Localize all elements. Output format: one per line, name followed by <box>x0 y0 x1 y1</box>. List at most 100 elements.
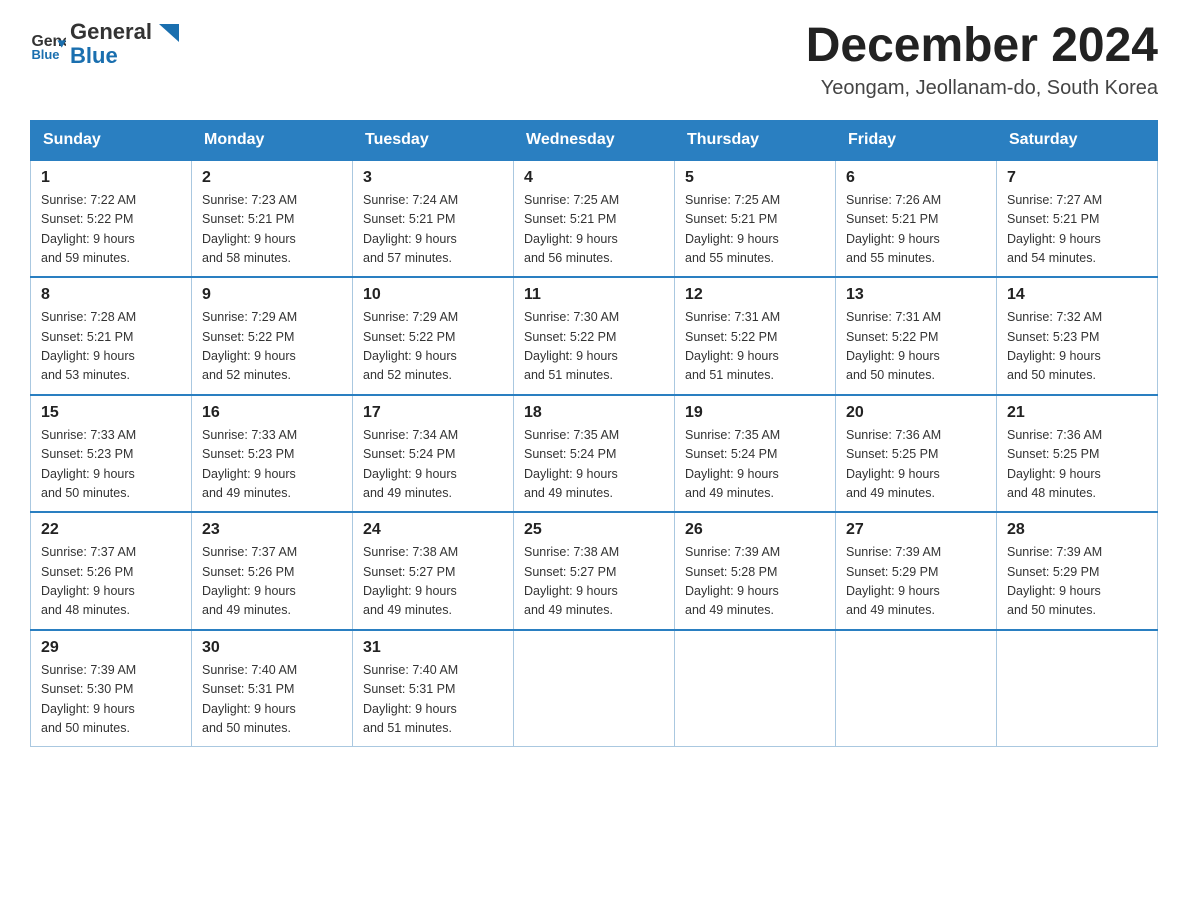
day-info: Sunrise: 7:37 AM Sunset: 5:26 PM Dayligh… <box>41 543 181 621</box>
day-info: Sunrise: 7:36 AM Sunset: 5:25 PM Dayligh… <box>1007 426 1147 504</box>
day-info: Sunrise: 7:32 AM Sunset: 5:23 PM Dayligh… <box>1007 308 1147 386</box>
page-header: General Blue General Blue December 2024 … <box>30 20 1158 100</box>
title-area: December 2024 Yeongam, Jeollanam-do, Sou… <box>806 20 1158 100</box>
day-info: Sunrise: 7:40 AM Sunset: 5:31 PM Dayligh… <box>202 661 342 739</box>
day-info: Sunrise: 7:22 AM Sunset: 5:22 PM Dayligh… <box>41 191 181 269</box>
day-number: 12 <box>685 286 825 304</box>
day-info: Sunrise: 7:38 AM Sunset: 5:27 PM Dayligh… <box>363 543 503 621</box>
day-info: Sunrise: 7:39 AM Sunset: 5:29 PM Dayligh… <box>1007 543 1147 621</box>
day-info: Sunrise: 7:39 AM Sunset: 5:28 PM Dayligh… <box>685 543 825 621</box>
calendar-cell: 5 Sunrise: 7:25 AM Sunset: 5:21 PM Dayli… <box>675 160 836 278</box>
calendar-cell: 7 Sunrise: 7:27 AM Sunset: 5:21 PM Dayli… <box>997 160 1158 278</box>
day-info: Sunrise: 7:24 AM Sunset: 5:21 PM Dayligh… <box>363 191 503 269</box>
calendar-cell: 11 Sunrise: 7:30 AM Sunset: 5:22 PM Dayl… <box>514 277 675 395</box>
day-number: 3 <box>363 169 503 187</box>
calendar-cell: 24 Sunrise: 7:38 AM Sunset: 5:27 PM Dayl… <box>353 512 514 630</box>
calendar-cell: 23 Sunrise: 7:37 AM Sunset: 5:26 PM Dayl… <box>192 512 353 630</box>
day-number: 16 <box>202 404 342 422</box>
calendar-cell: 19 Sunrise: 7:35 AM Sunset: 5:24 PM Dayl… <box>675 395 836 513</box>
calendar-cell: 27 Sunrise: 7:39 AM Sunset: 5:29 PM Dayl… <box>836 512 997 630</box>
day-number: 8 <box>41 286 181 304</box>
day-number: 29 <box>41 639 181 657</box>
calendar-week-row: 15 Sunrise: 7:33 AM Sunset: 5:23 PM Dayl… <box>31 395 1158 513</box>
calendar-cell: 8 Sunrise: 7:28 AM Sunset: 5:21 PM Dayli… <box>31 277 192 395</box>
day-number: 9 <box>202 286 342 304</box>
calendar-week-row: 29 Sunrise: 7:39 AM Sunset: 5:30 PM Dayl… <box>31 630 1158 747</box>
day-number: 11 <box>524 286 664 304</box>
day-number: 5 <box>685 169 825 187</box>
calendar-cell <box>836 630 997 747</box>
calendar-cell: 6 Sunrise: 7:26 AM Sunset: 5:21 PM Dayli… <box>836 160 997 278</box>
calendar-cell: 18 Sunrise: 7:35 AM Sunset: 5:24 PM Dayl… <box>514 395 675 513</box>
weekday-header-friday: Friday <box>836 120 997 160</box>
calendar-cell: 4 Sunrise: 7:25 AM Sunset: 5:21 PM Dayli… <box>514 160 675 278</box>
calendar-cell: 25 Sunrise: 7:38 AM Sunset: 5:27 PM Dayl… <box>514 512 675 630</box>
calendar-cell: 17 Sunrise: 7:34 AM Sunset: 5:24 PM Dayl… <box>353 395 514 513</box>
logo-general: General <box>70 19 152 44</box>
calendar-cell: 28 Sunrise: 7:39 AM Sunset: 5:29 PM Dayl… <box>997 512 1158 630</box>
calendar-cell <box>675 630 836 747</box>
calendar-cell: 16 Sunrise: 7:33 AM Sunset: 5:23 PM Dayl… <box>192 395 353 513</box>
day-number: 19 <box>685 404 825 422</box>
calendar-cell: 15 Sunrise: 7:33 AM Sunset: 5:23 PM Dayl… <box>31 395 192 513</box>
day-number: 21 <box>1007 404 1147 422</box>
calendar-cell: 31 Sunrise: 7:40 AM Sunset: 5:31 PM Dayl… <box>353 630 514 747</box>
calendar-cell: 9 Sunrise: 7:29 AM Sunset: 5:22 PM Dayli… <box>192 277 353 395</box>
weekday-header-monday: Monday <box>192 120 353 160</box>
day-number: 7 <box>1007 169 1147 187</box>
day-number: 15 <box>41 404 181 422</box>
calendar-cell <box>997 630 1158 747</box>
calendar-cell: 20 Sunrise: 7:36 AM Sunset: 5:25 PM Dayl… <box>836 395 997 513</box>
day-number: 28 <box>1007 521 1147 539</box>
weekday-header-wednesday: Wednesday <box>514 120 675 160</box>
day-info: Sunrise: 7:31 AM Sunset: 5:22 PM Dayligh… <box>846 308 986 386</box>
weekday-header-row: SundayMondayTuesdayWednesdayThursdayFrid… <box>31 120 1158 160</box>
calendar-cell: 29 Sunrise: 7:39 AM Sunset: 5:30 PM Dayl… <box>31 630 192 747</box>
weekday-header-saturday: Saturday <box>997 120 1158 160</box>
day-info: Sunrise: 7:40 AM Sunset: 5:31 PM Dayligh… <box>363 661 503 739</box>
day-info: Sunrise: 7:23 AM Sunset: 5:21 PM Dayligh… <box>202 191 342 269</box>
calendar-week-row: 22 Sunrise: 7:37 AM Sunset: 5:26 PM Dayl… <box>31 512 1158 630</box>
day-number: 10 <box>363 286 503 304</box>
calendar-cell: 10 Sunrise: 7:29 AM Sunset: 5:22 PM Dayl… <box>353 277 514 395</box>
day-number: 27 <box>846 521 986 539</box>
weekday-header-sunday: Sunday <box>31 120 192 160</box>
logo-triangle-icon <box>159 24 179 42</box>
calendar-cell <box>514 630 675 747</box>
day-info: Sunrise: 7:38 AM Sunset: 5:27 PM Dayligh… <box>524 543 664 621</box>
calendar-cell: 13 Sunrise: 7:31 AM Sunset: 5:22 PM Dayl… <box>836 277 997 395</box>
logo-icon: General Blue <box>30 26 66 62</box>
calendar-week-row: 1 Sunrise: 7:22 AM Sunset: 5:22 PM Dayli… <box>31 160 1158 278</box>
day-info: Sunrise: 7:39 AM Sunset: 5:30 PM Dayligh… <box>41 661 181 739</box>
day-number: 26 <box>685 521 825 539</box>
day-info: Sunrise: 7:29 AM Sunset: 5:22 PM Dayligh… <box>202 308 342 386</box>
day-info: Sunrise: 7:39 AM Sunset: 5:29 PM Dayligh… <box>846 543 986 621</box>
day-info: Sunrise: 7:26 AM Sunset: 5:21 PM Dayligh… <box>846 191 986 269</box>
month-title: December 2024 <box>806 20 1158 73</box>
day-info: Sunrise: 7:27 AM Sunset: 5:21 PM Dayligh… <box>1007 191 1147 269</box>
calendar-cell: 30 Sunrise: 7:40 AM Sunset: 5:31 PM Dayl… <box>192 630 353 747</box>
calendar-cell: 26 Sunrise: 7:39 AM Sunset: 5:28 PM Dayl… <box>675 512 836 630</box>
calendar-cell: 2 Sunrise: 7:23 AM Sunset: 5:21 PM Dayli… <box>192 160 353 278</box>
calendar-cell: 1 Sunrise: 7:22 AM Sunset: 5:22 PM Dayli… <box>31 160 192 278</box>
logo-blue: Blue <box>70 44 180 68</box>
day-info: Sunrise: 7:28 AM Sunset: 5:21 PM Dayligh… <box>41 308 181 386</box>
day-number: 30 <box>202 639 342 657</box>
day-number: 18 <box>524 404 664 422</box>
day-number: 14 <box>1007 286 1147 304</box>
day-number: 17 <box>363 404 503 422</box>
svg-text:Blue: Blue <box>31 47 59 62</box>
calendar-cell: 3 Sunrise: 7:24 AM Sunset: 5:21 PM Dayli… <box>353 160 514 278</box>
calendar-cell: 12 Sunrise: 7:31 AM Sunset: 5:22 PM Dayl… <box>675 277 836 395</box>
day-number: 2 <box>202 169 342 187</box>
day-number: 23 <box>202 521 342 539</box>
day-number: 24 <box>363 521 503 539</box>
day-number: 13 <box>846 286 986 304</box>
day-number: 25 <box>524 521 664 539</box>
day-info: Sunrise: 7:25 AM Sunset: 5:21 PM Dayligh… <box>524 191 664 269</box>
day-info: Sunrise: 7:31 AM Sunset: 5:22 PM Dayligh… <box>685 308 825 386</box>
weekday-header-thursday: Thursday <box>675 120 836 160</box>
logo-area: General Blue General Blue <box>30 20 180 68</box>
day-info: Sunrise: 7:37 AM Sunset: 5:26 PM Dayligh… <box>202 543 342 621</box>
day-info: Sunrise: 7:33 AM Sunset: 5:23 PM Dayligh… <box>41 426 181 504</box>
